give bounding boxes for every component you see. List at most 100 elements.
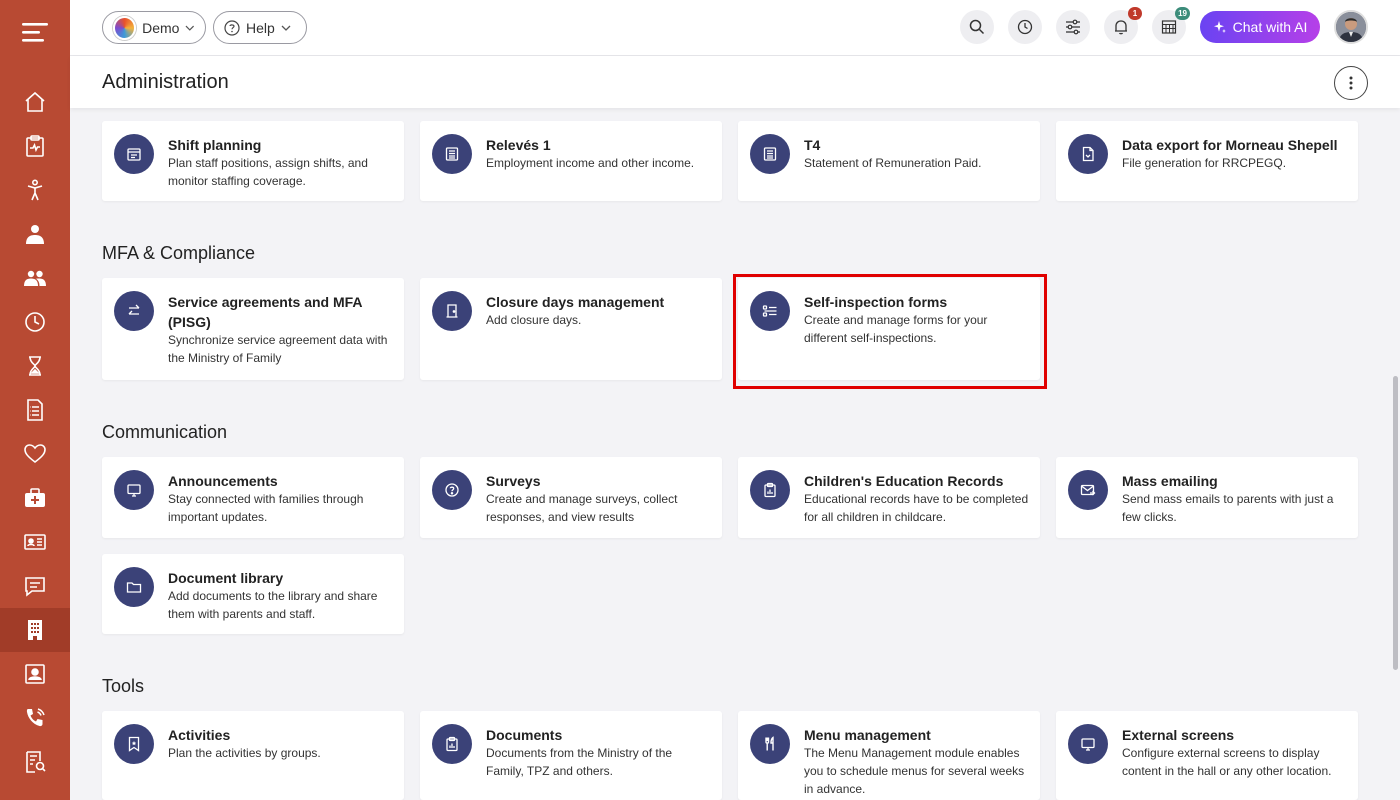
- staff-icon[interactable]: [0, 212, 70, 256]
- clipboard-health-icon[interactable]: [0, 124, 70, 168]
- user-avatar[interactable]: [1334, 10, 1368, 44]
- card-description: the Ministry of Family: [168, 351, 282, 365]
- card-description: Employment income and other income.: [486, 156, 695, 170]
- families-icon[interactable]: [0, 256, 70, 300]
- help-label: Help: [246, 19, 275, 36]
- card-description: File generation for RRCPEGQ.: [1122, 156, 1287, 170]
- card-description: content in the hall or any other locatio…: [1122, 764, 1332, 778]
- section-title-mfa: MFA & Compliance: [102, 243, 256, 263]
- card-description: Configure external screens to display: [1122, 746, 1320, 760]
- utensils-icon: [750, 724, 790, 764]
- card-title: Documents: [486, 727, 563, 743]
- card-announcements[interactable]: Announcements Stay connected with famili…: [102, 457, 404, 538]
- id-card-icon[interactable]: [0, 520, 70, 564]
- card-external-screens[interactable]: External screens Configure external scre…: [1056, 711, 1358, 800]
- demo-logo-icon: [113, 15, 137, 40]
- bell-icon: [1115, 20, 1127, 35]
- sliders-icon: [1066, 19, 1080, 35]
- card-surveys[interactable]: Surveys Create and manage surveys, colle…: [420, 457, 722, 538]
- more-vertical-icon: [1349, 76, 1353, 90]
- schedule-icon: [114, 134, 154, 174]
- chat-with-ai-label: Chat with AI: [1232, 19, 1308, 35]
- card-title: (PISG): [168, 314, 211, 330]
- card-description: few clicks.: [1122, 510, 1177, 524]
- demo-selector[interactable]: Demo: [102, 11, 206, 44]
- card-title: Closure days management: [486, 294, 665, 310]
- card-description: Documents from the Ministry of the: [486, 746, 673, 760]
- demo-label: Demo: [142, 19, 180, 36]
- hourglass-icon[interactable]: [0, 344, 70, 388]
- form-icon: [750, 134, 790, 174]
- card-description: them with parents and staff.: [168, 607, 316, 621]
- contact-card-icon[interactable]: [0, 652, 70, 696]
- sparkle-icon: [1213, 21, 1226, 33]
- card-description: for all children in childcare.: [804, 510, 947, 524]
- search-icon: [969, 19, 985, 35]
- section-title-communication: Communication: [102, 422, 228, 442]
- card-data-export[interactable]: Data export for Morneau Shepell File gen…: [1056, 121, 1358, 201]
- card-description: responses, and view results: [486, 510, 635, 524]
- notifications-button[interactable]: 1: [1104, 7, 1142, 44]
- child-icon[interactable]: [0, 168, 70, 212]
- monitor-icon: [1068, 724, 1108, 764]
- calendar-button[interactable]: 19: [1152, 7, 1190, 44]
- card-title: Children's Education Records: [804, 473, 1004, 489]
- report-search-icon[interactable]: [0, 740, 70, 784]
- card-title: Surveys: [486, 473, 541, 489]
- clock-icon: [1017, 19, 1033, 35]
- card-title: Menu management: [804, 727, 931, 743]
- top-bar: Demo Help 1 19 Chat with AI: [70, 0, 1400, 56]
- card-title: Data export for Morneau Shepell: [1122, 137, 1338, 153]
- page-header: Administration: [70, 56, 1400, 108]
- help-circle-icon: [224, 19, 240, 36]
- card-description: Statement of Remuneration Paid.: [804, 156, 982, 170]
- card-title: Mass emailing: [1122, 473, 1218, 489]
- calendar-badge: 19: [1175, 7, 1190, 20]
- card-closure-days[interactable]: Closure days management Add closure days…: [420, 278, 722, 380]
- page-title: Administration: [102, 71, 229, 93]
- building-icon[interactable]: [0, 608, 70, 652]
- card-description: you to schedule menus for several weeks: [804, 764, 1025, 778]
- card-description: Stay connected with families through: [168, 492, 364, 506]
- card-activities[interactable]: Activities Plan the activities by groups…: [102, 711, 404, 800]
- card-releves-1[interactable]: Relevés 1 Employment income and other in…: [420, 121, 722, 201]
- card-description: in advance.: [804, 782, 866, 796]
- card-title: Relevés 1: [486, 137, 551, 153]
- section-title-tools: Tools: [102, 676, 145, 696]
- card-title: External screens: [1122, 727, 1235, 743]
- card-menu-management[interactable]: Menu management The Menu Management modu…: [738, 711, 1040, 800]
- search-button[interactable]: [960, 10, 994, 44]
- messages-icon[interactable]: [0, 564, 70, 608]
- door-closed-icon: [432, 291, 472, 331]
- chat-with-ai-button[interactable]: Chat with AI: [1200, 11, 1320, 43]
- help-selector[interactable]: Help: [213, 11, 307, 44]
- menu-icon[interactable]: [0, 0, 70, 64]
- phone-icon[interactable]: [0, 696, 70, 740]
- card-t4[interactable]: T4 Statement of Remuneration Paid.: [738, 121, 1040, 201]
- chevron-down-icon: [185, 25, 195, 31]
- card-title: Activities: [168, 727, 231, 743]
- card-title: Document library: [168, 570, 284, 586]
- card-description: Plan staff positions, assign shifts, and: [168, 156, 368, 170]
- more-options-button[interactable]: [1334, 66, 1368, 100]
- history-button[interactable]: [1008, 10, 1042, 44]
- card-description: important updates.: [168, 510, 268, 524]
- clock-icon[interactable]: [0, 300, 70, 344]
- card-education-records[interactable]: Children's Education Records Educational…: [738, 457, 1040, 538]
- chevron-down-icon: [281, 25, 291, 31]
- card-shift-planning[interactable]: Shift planning Plan staff positions, ass…: [102, 121, 404, 201]
- card-service-agreements[interactable]: Service agreements and MFA (PISG) Synchr…: [102, 278, 404, 380]
- billing-list-icon[interactable]: [0, 388, 70, 432]
- card-mass-emailing[interactable]: Mass emailing Send mass emails to parent…: [1056, 457, 1358, 538]
- card-documents[interactable]: Documents Documents from the Ministry of…: [420, 711, 722, 800]
- filters-button[interactable]: [1056, 10, 1090, 44]
- card-document-library[interactable]: Document library Add documents to the li…: [102, 554, 404, 634]
- calendar-grid-icon: [1161, 20, 1177, 34]
- medical-kit-icon[interactable]: [0, 476, 70, 520]
- bookmark-icon: [114, 724, 154, 764]
- heart-icon[interactable]: [0, 432, 70, 476]
- form-icon: [432, 134, 472, 174]
- home-icon[interactable]: [0, 80, 70, 124]
- vertical-scrollbar[interactable]: [1393, 376, 1398, 670]
- folder-icon: [114, 567, 154, 607]
